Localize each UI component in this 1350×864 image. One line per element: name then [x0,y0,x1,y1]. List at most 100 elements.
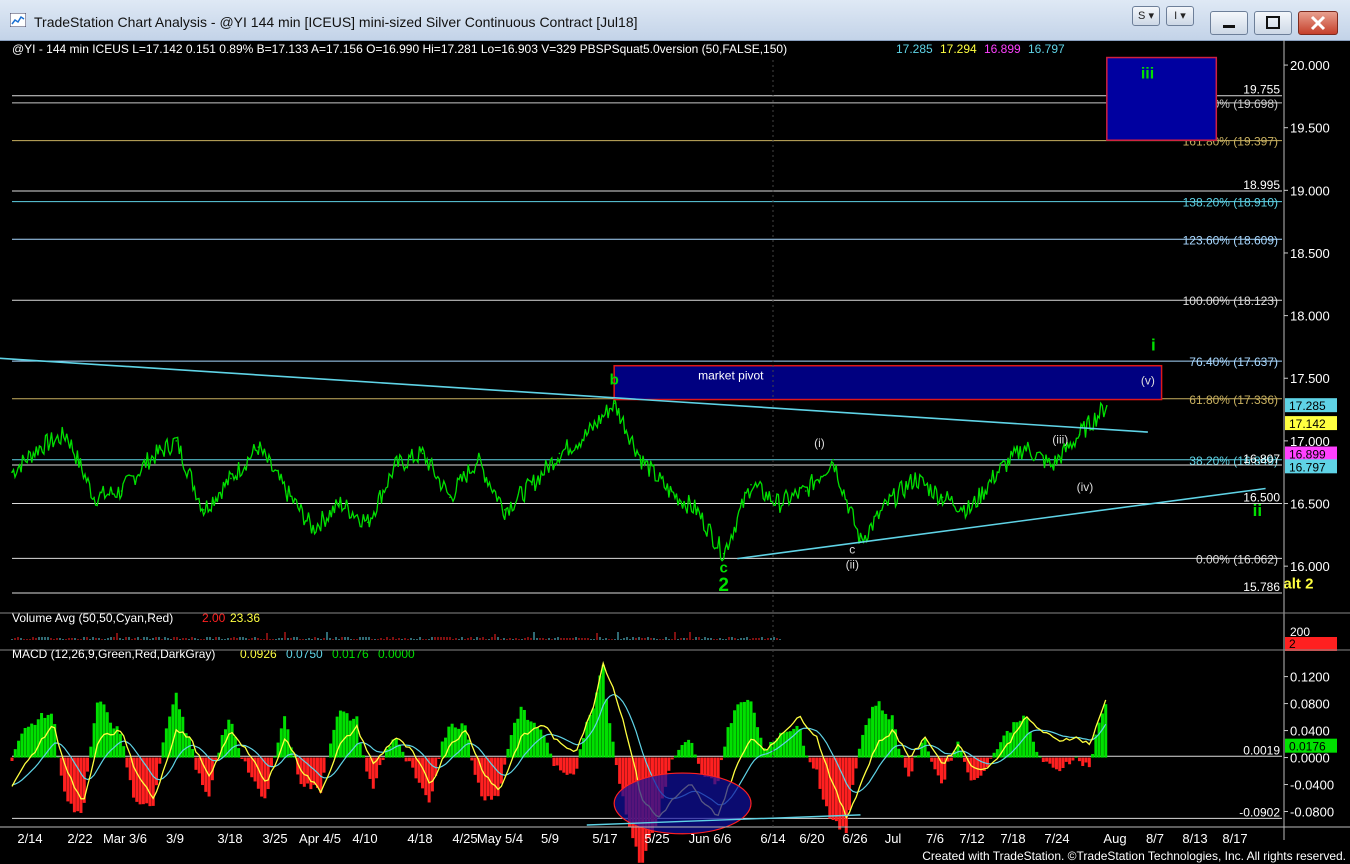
price-point [832,458,834,461]
price-point [558,452,561,455]
price-point [804,490,807,492]
price-point [969,508,971,511]
x-tick-label: 7/12 [959,831,984,846]
price-point [11,471,13,473]
wave-label: alt 2 [1283,576,1313,593]
y-tick-label: 19.000 [1290,183,1330,198]
x-tick-label: Jul [885,831,902,846]
header-value: 16.899 [984,42,1021,56]
macd-level-label: 0.0019 [1243,743,1280,757]
x-tick-label: 8/7 [1146,831,1164,846]
volume-title: Volume Avg (50,50,Cyan,Red) [12,611,173,625]
x-tick-label: 7/24 [1044,831,1069,846]
macd-value: 0.0750 [286,647,323,661]
chart-header: @YI - 144 min ICEUS L=17.142 0.151 0.89%… [12,42,1065,56]
indicator-button-label: I [1174,10,1178,22]
price-point [312,527,314,530]
price-level-label: 15.786 [1243,580,1280,594]
wave-label: 2 [718,575,729,596]
macd-value: 0.0926 [240,647,277,661]
macd-tick-label: 0.0800 [1290,697,1330,712]
price-point [941,496,944,499]
maximize-button[interactable] [1254,11,1292,35]
fib-level-label: 61.80% (17.336) [1189,393,1278,407]
chart-app-icon [10,13,26,27]
x-tick-label: 2/22 [67,831,92,846]
dropdown-arrow-icon: ▾ [1148,10,1154,22]
y-tick-label: 18.000 [1290,309,1330,324]
macd-pane: 0.0926 0.0750 0.0176 0.0000 0.1200 0.0800 0.04… [10,647,1337,863]
wave-label: (ii) [846,558,859,572]
close-button[interactable] [1298,11,1338,35]
price-point [1078,433,1081,436]
x-tick-label: Jun 6/6 [689,831,732,846]
price-point [202,508,205,511]
price-point [367,521,369,524]
title-bar[interactable]: TradeStation Chart Analysis - @YI 144 mi… [0,0,1350,41]
fib-level-label: 123.60% (18.609) [1183,233,1278,247]
axes: 20.00019.50019.00018.50018.00017.50017.0… [0,40,1350,846]
price-series [11,397,1108,562]
price-point [284,490,287,492]
strategy-menu-button[interactable]: S ▾ [1132,6,1160,26]
x-tick-label: 5/25 [644,831,669,846]
market-pivot-box [613,364,1163,401]
x-tick-label: 3/9 [166,831,184,846]
footer-credit: Created with TradeStation. ©TradeStation… [922,849,1346,863]
price-point [65,433,68,436]
x-tick-label: 4/10 [352,831,377,846]
price-point [1051,465,1053,467]
wave-label: (i) [814,436,825,450]
chart-area[interactable]: 176.40% (19.698)161.80% (19.397)138.20% … [0,40,1350,864]
price-point [394,465,396,467]
price-point [750,483,752,486]
header-value: 16.797 [1028,42,1065,56]
wave-label: ii [1253,501,1262,520]
price-point [175,440,178,442]
price-level-lines: 19.75518.99516.80716.50015.786 [12,83,1282,594]
x-tick-label: 7/18 [1000,831,1025,846]
price-point [777,502,780,505]
wave-label: c [719,559,727,576]
macd-level-label: -0.0902 [1239,805,1280,819]
header-value: 17.285 [896,42,933,56]
x-tick-label: 4/25 [452,831,477,846]
x-tick-label: 6/14 [760,831,785,846]
dropdown-arrow-icon: ▾ [1180,10,1186,22]
x-tick-label: 8/17 [1222,831,1247,846]
x-tick-label: 6/20 [799,831,824,846]
price-point [640,458,643,461]
y-tick-label: 16.000 [1290,559,1330,574]
volume-last-tag-text: 2 [1289,637,1296,651]
price-header-text: @YI - 144 min ICEUS L=17.142 0.151 0.89%… [12,42,787,56]
x-tick-label: Aug [1103,831,1126,846]
macd-tick-label: 0.0400 [1290,724,1330,739]
x-tick-label: 5/17 [592,831,617,846]
y-tick-label: 20.000 [1290,58,1330,73]
price-point [585,433,588,436]
x-tick-label: 5/9 [541,831,559,846]
y-tick-label: 18.500 [1290,246,1330,261]
price-point [38,446,41,448]
wave-label: (iii) [1052,432,1068,446]
maximize-icon [1266,16,1280,29]
minimize-button[interactable] [1210,11,1248,35]
last-value-tag-text: 17.142 [1289,417,1326,431]
y-tick-label: 17.500 [1290,371,1330,386]
macd-header: MACD (12,26,9,Green,Red,DarkGray) [12,647,215,661]
price-point [230,477,232,480]
price-point [1023,446,1026,448]
macd-tick-label: -0.0800 [1290,805,1334,820]
volume-pane: 2.00 23.362002 [11,611,1337,651]
trend-line [737,487,1266,560]
indicator-menu-button[interactable]: I ▾ [1166,6,1194,26]
x-tick-label: 7/6 [926,831,944,846]
macd-tick-label: -0.0400 [1290,778,1334,793]
price-point [695,508,698,511]
price-point [722,552,725,555]
target-box [1106,56,1218,141]
y-tick-label: 19.500 [1290,121,1330,136]
macd-value: 0.0000 [378,647,415,661]
price-line [11,397,1108,562]
price-point [257,446,260,448]
